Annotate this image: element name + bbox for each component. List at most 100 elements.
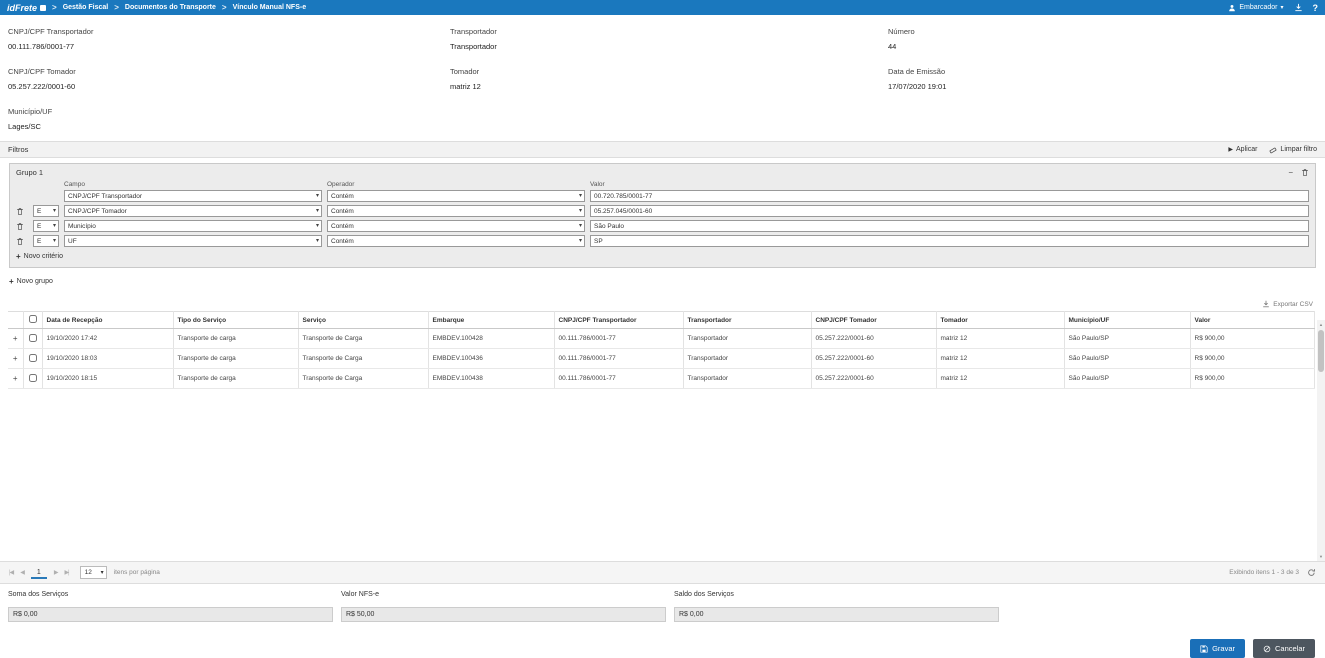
results-section: Exportar CSV Data de Recepção Tipo do Se… <box>0 295 1325 561</box>
breadcrumb-item-documentos-transporte[interactable]: Documentos do Transporte <box>125 4 216 11</box>
table-row[interactable]: + 19/10/2020 17:42 Transporte de carga T… <box>8 329 1315 349</box>
operator-select[interactable]: Contém ▾ <box>327 190 585 202</box>
field-select-value: Município <box>68 223 96 230</box>
user-icon <box>1228 4 1236 12</box>
filter-criteria-row: E ▾ Município ▾ Contém ▾ <box>16 220 1309 232</box>
filters-body: Grupo 1 − Campo Operador Valor <box>0 158 1325 295</box>
first-page-button[interactable]: |◀ <box>9 569 13 576</box>
breadcrumb-item-gestao-fiscal[interactable]: Gestão Fiscal <box>63 4 109 11</box>
last-page-button[interactable]: ▶| <box>64 569 68 576</box>
cell-servico: Transporte de Carga <box>298 329 428 349</box>
export-csv-button[interactable]: Exportar CSV <box>0 295 1325 311</box>
apply-filter-button[interactable]: ▶ Aplicar <box>1228 146 1257 153</box>
filter-value-input[interactable] <box>590 205 1309 217</box>
brand-logo[interactable]: idFrete <box>7 3 46 13</box>
logic-operator-value: E <box>37 238 41 245</box>
field-label: Data de Emissão <box>888 67 1317 76</box>
table-row[interactable]: + 19/10/2020 18:15 Transporte de carga T… <box>8 369 1315 389</box>
cell-cnpj-transportador: 00.111.786/0001-77 <box>554 369 683 389</box>
column-header: Tomador <box>936 312 1064 329</box>
summary-field-numero: Número 44 <box>888 27 1317 51</box>
cell-cnpj-tomador: 05.257.222/0001-60 <box>811 329 936 349</box>
logic-operator-value: E <box>37 223 41 230</box>
cell-transportador: Transportador <box>683 329 811 349</box>
help-icon[interactable]: ? <box>1313 3 1319 13</box>
summary-field-municipio-uf: Município/UF Lages/SC <box>8 107 450 131</box>
column-header: CNPJ/CPF Transportador <box>554 312 683 329</box>
breadcrumb-item-vinculo-manual[interactable]: Vínculo Manual NFS-e <box>233 4 307 11</box>
page-size-select[interactable]: 12 ▾ <box>80 566 107 579</box>
vertical-scrollbar[interactable]: ▲ ▼ <box>1317 320 1325 561</box>
field-select-value: CNPJ/CPF Tomador <box>68 208 127 215</box>
filter-value-input[interactable] <box>590 235 1309 247</box>
scrollbar-thumb[interactable] <box>1318 330 1324 372</box>
download-icon <box>1262 300 1270 308</box>
row-checkbox[interactable] <box>29 374 37 382</box>
expand-row-icon[interactable]: + <box>13 354 18 363</box>
field-select[interactable]: Município ▾ <box>64 220 322 232</box>
field-select-value: UF <box>68 238 77 245</box>
expand-row-icon[interactable]: + <box>13 334 18 343</box>
chevron-down-icon: ▾ <box>101 570 104 576</box>
user-menu[interactable]: Embarcador ▾ <box>1228 4 1283 12</box>
chevron-down-icon: ▾ <box>1280 5 1283 11</box>
cell-data-recepcao: 19/10/2020 17:42 <box>42 329 173 349</box>
new-criteria-label: Novo critério <box>24 253 63 260</box>
filter-value-input[interactable] <box>590 190 1309 202</box>
clear-filter-button[interactable]: Limpar filtro <box>1269 146 1317 154</box>
field-value: 44 <box>888 42 1317 51</box>
operator-select[interactable]: Contém ▾ <box>327 235 585 247</box>
row-checkbox[interactable] <box>29 354 37 362</box>
chevron-down-icon: ▾ <box>316 208 319 214</box>
field-select[interactable]: CNPJ/CPF Transportador ▾ <box>64 190 322 202</box>
select-all-checkbox[interactable] <box>29 315 37 323</box>
summary-field-cnpj-transportador: CNPJ/CPF Transportador 00.111.786/0001-7… <box>8 27 450 51</box>
chevron-down-icon: ▾ <box>579 223 582 229</box>
table-row[interactable]: + 19/10/2020 18:03 Transporte de carga T… <box>8 349 1315 369</box>
download-icon[interactable] <box>1294 3 1303 12</box>
logic-operator-select[interactable]: E ▾ <box>33 205 59 217</box>
delete-group-icon[interactable] <box>1301 168 1309 177</box>
operator-select[interactable]: Contém ▾ <box>327 205 585 217</box>
apply-filter-label: Aplicar <box>1236 146 1257 153</box>
field-select[interactable]: CNPJ/CPF Tomador ▾ <box>64 205 322 217</box>
cell-cnpj-transportador: 00.111.786/0001-77 <box>554 329 683 349</box>
delete-criteria-icon[interactable] <box>16 207 28 216</box>
cell-tipo-servico: Transporte de carga <box>173 349 298 369</box>
delete-criteria-icon[interactable] <box>16 237 28 246</box>
table-header-row: Data de Recepção Tipo do Serviço Serviço… <box>8 312 1315 329</box>
summary-field-cnpj-tomador: CNPJ/CPF Tomador 05.257.222/0001-60 <box>8 67 450 91</box>
save-button[interactable]: Gravar <box>1190 639 1245 658</box>
total-valor-nfse: Valor NFS-e <box>341 591 666 622</box>
filter-value-input[interactable] <box>590 220 1309 232</box>
new-group-button[interactable]: + Novo grupo <box>9 277 1316 286</box>
filters-header: Filtros ▶ Aplicar Limpar filtro <box>0 141 1325 158</box>
logic-operator-select[interactable]: E ▾ <box>33 220 59 232</box>
results-table: Data de Recepção Tipo do Serviço Serviço… <box>8 311 1315 389</box>
current-page-button[interactable]: 1 <box>31 567 47 579</box>
cancel-button[interactable]: Cancelar <box>1253 639 1315 658</box>
scroll-down-icon[interactable]: ▼ <box>1317 552 1325 561</box>
filter-group-header: Grupo 1 − <box>16 168 1309 177</box>
operator-select[interactable]: Contém ▾ <box>327 220 585 232</box>
field-select[interactable]: UF ▾ <box>64 235 322 247</box>
expand-column-header <box>8 312 23 329</box>
expand-row-icon[interactable]: + <box>13 374 18 383</box>
delete-criteria-icon[interactable] <box>16 222 28 231</box>
collapse-group-icon[interactable]: − <box>1288 169 1293 177</box>
scroll-up-icon[interactable]: ▲ <box>1317 320 1325 329</box>
clear-filter-label: Limpar filtro <box>1280 146 1317 153</box>
field-select-value: CNPJ/CPF Transportador <box>68 193 142 200</box>
prev-page-button[interactable]: ◀ <box>20 569 24 576</box>
row-checkbox[interactable] <box>29 334 37 342</box>
next-page-button[interactable]: ▶ <box>54 569 58 576</box>
refresh-icon[interactable] <box>1307 568 1316 577</box>
new-criteria-button[interactable]: + Novo critério <box>16 252 1309 261</box>
operator-select-value: Contém <box>331 193 354 200</box>
cell-valor: R$ 900,00 <box>1190 329 1315 349</box>
field-label: Município/UF <box>8 107 450 116</box>
breadcrumb-separator: > <box>52 3 57 12</box>
column-header: Valor <box>1190 312 1315 329</box>
filters-title: Filtros <box>8 145 28 154</box>
logic-operator-select[interactable]: E ▾ <box>33 235 59 247</box>
